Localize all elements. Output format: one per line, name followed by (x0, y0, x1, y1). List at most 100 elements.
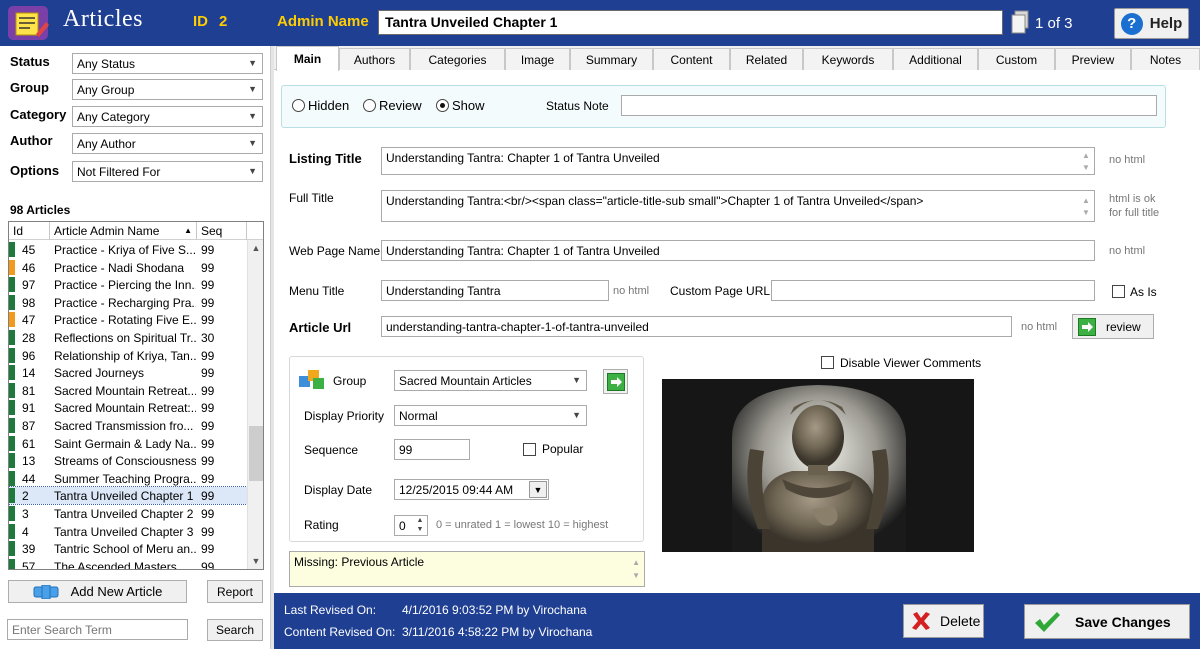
group-go-button[interactable] (603, 369, 628, 394)
tab-preview[interactable]: Preview (1055, 48, 1131, 70)
display-date-label: Display Date (304, 483, 373, 497)
list-item[interactable]: 81 Sacred Mountain Retreat... 99 (9, 382, 247, 399)
article-image[interactable] (662, 379, 974, 552)
listing-title-input[interactable]: Understanding Tantra: Chapter 1 of Tantr… (381, 147, 1095, 175)
display-priority-select[interactable]: Normal ▼ (394, 405, 587, 426)
textarea-scroll-icon[interactable]: ▲ ▼ (1080, 195, 1092, 219)
sequence-input[interactable]: 99 (394, 439, 470, 460)
column-header-name[interactable]: Article Admin Name ▲ (50, 222, 197, 240)
chevron-down-icon: ▼ (248, 84, 257, 94)
list-item[interactable]: 96 Relationship of Kriya, Tan... 99 (9, 347, 247, 364)
options-filter-value: Not Filtered For (77, 165, 161, 179)
delete-button[interactable]: Delete (903, 604, 984, 638)
column-header-seq[interactable]: Seq (197, 222, 247, 240)
list-item[interactable]: 13 Streams of Consciousness 99 (9, 452, 247, 469)
help-label: Help (1149, 15, 1183, 32)
as-is-checkbox[interactable] (1112, 285, 1125, 298)
pane-splitter[interactable] (270, 46, 274, 649)
report-button[interactable]: Report (207, 580, 263, 603)
save-changes-button[interactable]: Save Changes (1024, 604, 1190, 639)
scroll-up-icon[interactable]: ▲ (248, 240, 263, 256)
status-marker (9, 312, 15, 328)
rating-label: Rating (304, 518, 339, 532)
column-header-id[interactable]: Id (9, 222, 50, 240)
tab-related[interactable]: Related (730, 48, 803, 70)
tab-image[interactable]: Image (505, 48, 570, 70)
tab-custom[interactable]: Custom (978, 48, 1055, 70)
list-item-id: 97 (22, 278, 36, 293)
list-item[interactable]: 44 Summer Teaching Progra... 99 (9, 470, 247, 487)
custom-page-url-input[interactable] (771, 280, 1095, 301)
list-item[interactable]: 57 The Ascended Masters 99 (9, 558, 247, 570)
status-hidden-radio[interactable]: Hidden (292, 98, 349, 113)
display-date-input[interactable]: 12/25/2015 09:44 AM ▼ (394, 479, 549, 500)
menu-title-label: Menu Title (289, 284, 345, 298)
web-page-name-input[interactable]: Understanding Tantra: Chapter 1 of Tantr… (381, 240, 1095, 261)
admin-name-input[interactable]: Tantra Unveiled Chapter 1 (378, 10, 1003, 35)
status-note-input[interactable] (621, 95, 1157, 116)
rating-stepper[interactable]: 0 ▲ ▼ (394, 515, 428, 536)
list-item-id: 13 (22, 454, 36, 469)
category-filter-select[interactable]: Any Category ▼ (72, 106, 263, 127)
list-item[interactable]: 28 Reflections on Spiritual Tr... 30 (9, 329, 247, 346)
tab-content[interactable]: Content (653, 48, 730, 70)
status-filter-value: Any Status (77, 57, 136, 71)
list-item[interactable]: 87 Sacred Transmission fro... 99 (9, 417, 247, 434)
list-item[interactable]: 2 Tantra Unveiled Chapter 1 99 (9, 486, 248, 506)
disable-comments-checkbox[interactable] (821, 356, 834, 369)
scroll-down-icon[interactable]: ▼ (248, 553, 263, 569)
group-select[interactable]: Sacred Mountain Articles ▼ (394, 370, 587, 391)
list-item[interactable]: 45 Practice - Kriya of Five S... 99 (9, 241, 247, 258)
help-button[interactable]: ? Help (1114, 8, 1189, 39)
article-url-input[interactable]: understanding-tantra-chapter-1-of-tantra… (381, 316, 1012, 337)
full-title-input[interactable]: Understanding Tantra:<br/><span class="a… (381, 190, 1095, 222)
textarea-scroll-icon[interactable]: ▲ ▼ (1080, 150, 1092, 174)
list-item-id: 45 (22, 243, 36, 257)
tab-keywords[interactable]: Keywords (803, 48, 893, 70)
list-item[interactable]: 98 Practice - Recharging Pra... 99 (9, 294, 247, 311)
list-item[interactable]: 47 Practice - Rotating Five E... 99 (9, 311, 247, 328)
status-marker (9, 365, 15, 381)
tab-main[interactable]: Main (276, 46, 339, 71)
status-show-radio[interactable]: Show (436, 98, 485, 113)
tab-notes[interactable]: Notes (1131, 48, 1200, 70)
group-filter-select[interactable]: Any Group ▼ (72, 79, 263, 100)
list-item[interactable]: 14 Sacred Journeys 99 (9, 364, 247, 381)
list-item-seq: 99 (201, 366, 215, 381)
list-item[interactable]: 39 Tantric School of Meru an... 99 (9, 540, 247, 557)
review-button[interactable]: review (1072, 314, 1154, 339)
list-item[interactable]: 46 Practice - Nadi Shodana 99 (9, 259, 247, 276)
tab-summary[interactable]: Summary (570, 48, 653, 70)
tab-categories[interactable]: Categories (410, 48, 505, 70)
article-list[interactable]: Id Article Admin Name ▲ Seq 45 Practice - … (8, 221, 264, 570)
list-item[interactable]: 4 Tantra Unveiled Chapter 3 99 (9, 523, 247, 540)
search-input[interactable] (7, 619, 188, 640)
scrollbar-thumb[interactable] (249, 426, 263, 481)
tab-authors[interactable]: Authors (339, 48, 410, 70)
list-scrollbar[interactable]: ▲ ▼ (247, 240, 263, 569)
stepper-arrows-icon[interactable]: ▲ ▼ (414, 516, 426, 534)
list-item[interactable]: 3 Tantra Unveiled Chapter 2 99 (9, 505, 247, 522)
add-new-article-button[interactable]: Add New Article (8, 580, 187, 603)
status-filter-select[interactable]: Any Status ▼ (72, 53, 263, 74)
textarea-scroll-icon[interactable]: ▲ ▼ (632, 556, 640, 582)
calendar-dropdown-icon[interactable]: ▼ (529, 481, 547, 498)
list-item[interactable]: 61 Saint Germain & Lady Na... 99 (9, 435, 247, 452)
list-item[interactable]: 91 Sacred Mountain Retreat:... 99 (9, 399, 247, 416)
status-review-radio[interactable]: Review (363, 98, 422, 113)
radio-circle-selected (436, 99, 449, 112)
author-filter-select[interactable]: Any Author ▼ (72, 133, 263, 154)
tab-additional[interactable]: Additional (893, 48, 978, 70)
status-marker (9, 242, 15, 257)
status-review-label: Review (379, 98, 422, 113)
menu-title-input[interactable]: Understanding Tantra (381, 280, 609, 301)
sort-up-icon: ▲ (184, 226, 192, 235)
popular-checkbox[interactable] (523, 443, 536, 456)
options-filter-select[interactable]: Not Filtered For ▼ (72, 161, 263, 182)
list-item-id: 57 (22, 559, 36, 570)
list-item[interactable]: 97 Practice - Piercing the Inn... 99 (9, 276, 247, 293)
list-item-id: 98 (22, 295, 36, 310)
display-priority-value: Normal (399, 409, 438, 423)
search-button[interactable]: Search (207, 619, 263, 641)
full-title-note-1: html is ok (1109, 193, 1156, 205)
